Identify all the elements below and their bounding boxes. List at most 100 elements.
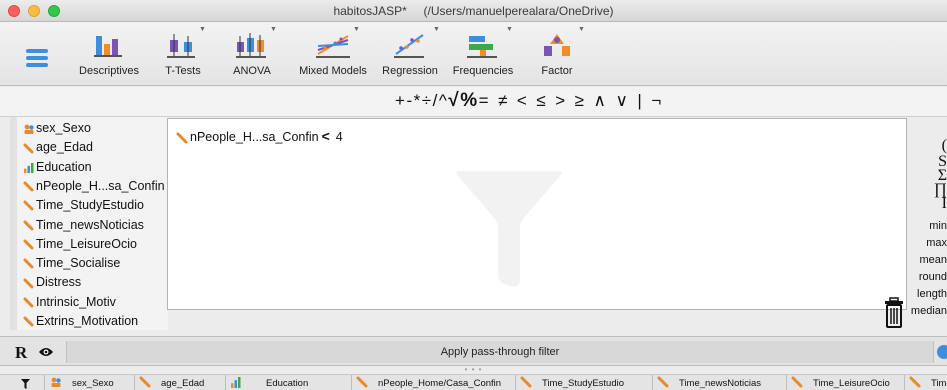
variable-list-item[interactable]: Distress [23,275,81,293]
variable-list-item[interactable]: Intrinsic_Motiv [23,295,116,313]
variable-list-item[interactable]: Extrins_Motivation [23,314,138,332]
function-median[interactable]: median [908,305,947,317]
scale-variable-icon [23,200,34,211]
data-table-header: sex_Sexo age_Edad Education nPeople_Home/Ca… [0,374,947,390]
function-glyph[interactable]: I [942,195,947,213]
apply-filter-button[interactable]: Apply pass-through filter [66,341,934,363]
column-header[interactable]: sex_Sexo [46,375,135,390]
variable-list-item[interactable]: Time_newsNoticias [23,218,144,236]
window-title: habitosJASP* (/Users/manuelperealara/One… [333,4,614,18]
column-header-label: age_Edad [161,378,205,389]
function-max[interactable]: max [908,237,947,249]
operator-button[interactable]: ∨ [615,91,628,110]
ribbon-label-descriptives: Descriptives [79,65,139,77]
operator-button[interactable]: ÷ [422,91,432,110]
info-button[interactable] [937,345,947,359]
function-mean[interactable]: mean [908,254,947,266]
ordinal-variable-icon [24,162,34,173]
scale-variable-icon [23,258,34,269]
variable-list-item[interactable]: Time_LeisureOcio [23,237,137,255]
operator-button[interactable]: > [555,91,565,110]
scale-variable-icon [23,220,34,231]
nominal-text-variable-icon [24,124,34,135]
title-bar: habitosJASP* (/Users/manuelperealara/One… [0,0,947,22]
variable-name: Time_StudyEstudio [36,198,144,213]
regression-icon [394,34,424,58]
operator-button[interactable]: % [460,90,477,111]
trash-icon[interactable] [883,297,905,329]
operator-bar: +-*÷/^√%= ≠ < ≤ > ≥ ∧ ∨ | ¬ [0,87,947,117]
operator-button[interactable]: * [414,91,421,110]
variable-list-item[interactable]: Education [23,160,92,178]
column-header-label: Time_newsNoticias [679,378,762,389]
variable-list-item[interactable]: Time_Socialise [23,256,120,274]
column-header[interactable]: Time_StudyEstudio [516,375,653,390]
factor-icon [544,34,570,56]
scale-variable-icon [23,316,34,327]
scale-variable-icon [520,376,532,388]
column-header[interactable]: Education [226,375,352,390]
column-header-label: nPeople_Home/Casa_Confin [378,378,502,389]
ribbon-button-descriptives[interactable]: Descriptives [72,22,146,86]
operator-button[interactable]: ≥ [575,91,585,110]
filter-value[interactable]: 4 [336,130,343,144]
operator-button[interactable]: ^ [439,91,447,110]
ribbon-label-mixed-models: Mixed Models [299,65,367,77]
variable-list-item[interactable]: nPeople_H...sa_Confin [23,179,165,197]
function-length[interactable]: length [908,288,947,300]
variable-list-item[interactable]: age_Edad [23,140,93,158]
operator-button[interactable]: = [479,91,489,110]
filter-variable[interactable]: nPeople_H...sa_Confin [190,130,319,144]
ribbon-button-regression[interactable]: ▼ Regression [378,22,442,86]
column-header[interactable]: age_Edad [135,375,226,390]
r-filter-button[interactable]: R [15,343,27,363]
filter-operator[interactable]: < [322,128,330,144]
mixed-models-caret-icon: ▼ [353,26,360,33]
operator-button[interactable]: / [433,91,438,110]
ribbon-button-frequencies[interactable]: ▼ Frequencies [448,22,518,86]
panel-splitter[interactable]: • • • [0,366,947,374]
scale-variable-icon [139,376,151,388]
scale-variable-icon [23,239,34,250]
operator-button[interactable]: ∧ [593,91,606,110]
funnel-watermark-icon [456,171,562,287]
function-list: ( S Σ ∏ I min max mean round length medi… [908,117,947,347]
function-min[interactable]: min [908,220,947,232]
eye-icon[interactable] [38,346,54,358]
variable-list-item[interactable]: Time_StudyEstudio [23,198,144,216]
scale-variable-icon [356,376,368,388]
variable-list-item[interactable]: sex_Sexo [23,121,91,139]
column-header[interactable]: Time_newsNoticias [653,375,787,390]
ribbon-button-anova[interactable]: ▼ ANOVA [224,22,280,86]
frequencies-icon [467,36,497,58]
column-header[interactable]: Time_ [905,375,947,390]
ribbon-button-mixed-models[interactable]: ▼ Mixed Models [290,22,376,86]
operator-button[interactable]: < [517,91,527,110]
filter-construction-area[interactable]: nPeople_H...sa_Confin <4 [167,118,907,328]
filter-column-header[interactable] [0,375,45,390]
function-round[interactable]: round [908,271,947,283]
operator-list: +-*÷/^√%= ≠ < ≤ > ≥ ∧ ∨ | ¬ [395,90,671,112]
operator-button[interactable]: - [406,91,412,110]
ribbon-button-ttests[interactable]: ▼ T-Tests [154,22,212,86]
descriptives-icon [94,36,122,57]
ribbon-button-factor[interactable]: ▼ Factor [526,22,588,86]
ordinal-variable-icon [231,377,241,388]
hamburger-menu-icon[interactable] [26,49,48,67]
filter-expression[interactable]: nPeople_H...sa_Confin <4 [176,128,343,144]
factor-caret-icon: ▼ [578,26,585,33]
filter-funnel-icon [21,379,30,389]
operator-button[interactable]: ≠ [498,91,508,110]
operator-button[interactable]: √ [448,90,459,111]
column-header[interactable]: nPeople_Home/Casa_Confin [352,375,516,390]
operator-button[interactable]: ≤ [536,91,546,110]
variable-name: Distress [36,275,82,290]
ribbon-label-regression: Regression [382,65,438,77]
column-header[interactable]: Time_LeisureOcio [787,375,905,390]
operator-button[interactable]: | [637,91,642,110]
mixed-models-icon [316,35,350,58]
variable-name: Time_newsNoticias [36,217,144,232]
operator-button[interactable]: ¬ [651,91,661,110]
operator-button[interactable]: + [395,91,405,110]
scale-variable-icon [23,297,34,308]
